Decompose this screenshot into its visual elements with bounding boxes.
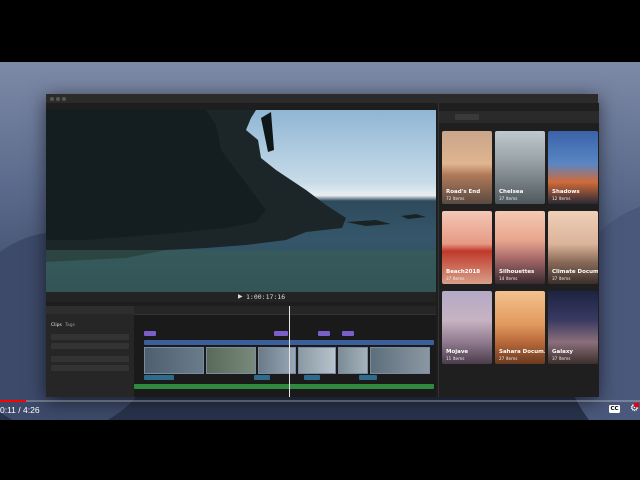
title-clip[interactable] [144,331,156,336]
photos-toolbar [439,111,599,123]
album-count: 14 Items [499,276,518,281]
video-progress-bar[interactable] [0,400,640,402]
album-name: Climate Docum... [552,269,598,275]
album-name: Chelsea [499,189,524,195]
letterbox-top [0,0,640,62]
window-titlebar [46,94,598,103]
final-cut-pro-window: ▶ 1:00:17:16 Clips Tags Road's End 72 It… [46,94,599,397]
video-clip[interactable] [298,347,336,374]
album-name: Sahara Docum... [499,349,545,355]
tab-clips[interactable]: Clips [51,323,62,328]
album-name: Silhouettes [499,269,535,275]
minimize-window-icon[interactable] [56,97,60,101]
audio-clip[interactable] [359,375,377,380]
title-clip[interactable] [318,331,330,336]
album-card[interactable]: Sahara Docum...27 Items [495,291,545,364]
album-count: 12 Items [552,196,571,201]
zoom-window-icon[interactable] [62,97,66,101]
role-row[interactable] [51,365,129,371]
albums-selector[interactable] [455,114,479,120]
album-name: Beach2018 [446,269,481,275]
audio-clip[interactable] [144,375,174,380]
video-clip[interactable] [144,347,204,374]
album-name: Mojave [446,349,469,355]
album-name: Road's End [446,189,481,195]
captions-button[interactable]: CC [609,405,620,413]
music-clip[interactable] [134,384,434,389]
album-card[interactable]: Beach2018 37 Items [442,211,492,284]
video-viewer[interactable] [46,110,436,292]
album-card[interactable]: Climate Docum...37 Items [548,211,598,284]
album-count: 37 Items [499,196,518,201]
album-card[interactable]: Road's End 72 Items [442,131,492,204]
album-card[interactable]: Chelsea 37 Items [495,131,545,204]
audio-clip[interactable] [304,375,320,380]
album-card[interactable]: Silhouettes 14 Items [495,211,545,284]
playhead[interactable] [289,306,290,397]
timecode-display: 1:00:17:16 [246,293,286,301]
video-clip[interactable] [370,347,430,374]
album-count: 11 Items [446,356,465,361]
album-name: Galaxy [552,349,573,355]
close-window-icon[interactable] [50,97,54,101]
video-clip[interactable] [338,347,368,374]
album-card[interactable]: Galaxy 37 Items [548,291,598,364]
title-clip[interactable] [274,331,288,336]
photos-browser: Road's End 72 Items Chelsea 37 Items Shadows… [438,103,599,397]
album-name: Shadows [552,189,580,195]
album-card[interactable]: Mojave 11 Items [442,291,492,364]
viewer-frame-image [46,110,436,292]
viewer-controls: ▶ 1:00:17:16 [46,292,436,302]
browser-header [46,306,134,314]
album-count: 27 Items [499,356,518,361]
tab-tags[interactable]: Tags [65,323,75,328]
time-display: 0:11 / 4:26 [0,405,40,415]
hd-badge-icon [634,403,639,407]
video-clip[interactable] [206,347,256,374]
album-count: 72 Items [446,196,465,201]
album-card[interactable]: Shadows 12 Items [548,131,598,204]
album-count: 37 Items [552,276,571,281]
role-row[interactable] [51,334,129,340]
progress-fill [0,400,27,402]
letterbox-bottom [0,420,640,480]
audio-clip[interactable] [254,375,270,380]
album-count: 37 Items [552,356,571,361]
title-clip[interactable] [342,331,354,336]
clip-browser: Clips Tags [46,306,135,397]
role-row[interactable] [51,356,129,362]
album-count: 37 Items [446,276,465,281]
play-icon[interactable]: ▶ [238,293,243,300]
video-clip[interactable] [258,347,296,374]
role-row[interactable] [51,343,129,349]
timeline-ruler[interactable] [134,306,436,315]
timeline[interactable] [134,306,436,397]
